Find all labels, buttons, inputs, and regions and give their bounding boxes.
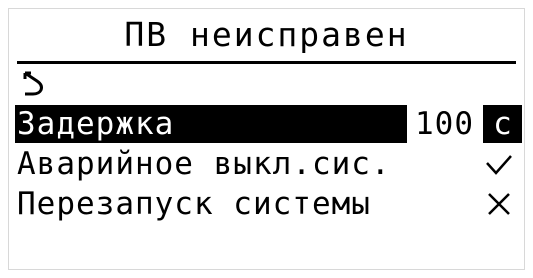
delay-unit: с [493,106,512,142]
menu-item-system-restart[interactable]: Перезапуск системы [15,185,518,223]
return-arrow-icon[interactable] [19,69,49,97]
menu-item-label: Аварийное выкл.сис. [17,146,391,182]
menu-item-delay[interactable]: Задержка 100 с [15,105,522,143]
title-divider [17,61,516,64]
page-title: ПВ неисправен [124,15,409,54]
menu-item-label: Перезапуск системы [17,186,371,222]
delay-value[interactable]: 100 [415,105,474,143]
menu-item-label: Задержка [17,106,175,142]
lcd-screen: ПВ неисправен Задержка 100 с Аварийное в… [8,8,525,270]
checkmark-icon [486,155,512,175]
cross-icon [488,193,510,215]
menu-item-emergency-shutdown[interactable]: Аварийное выкл.сис. [15,145,518,183]
